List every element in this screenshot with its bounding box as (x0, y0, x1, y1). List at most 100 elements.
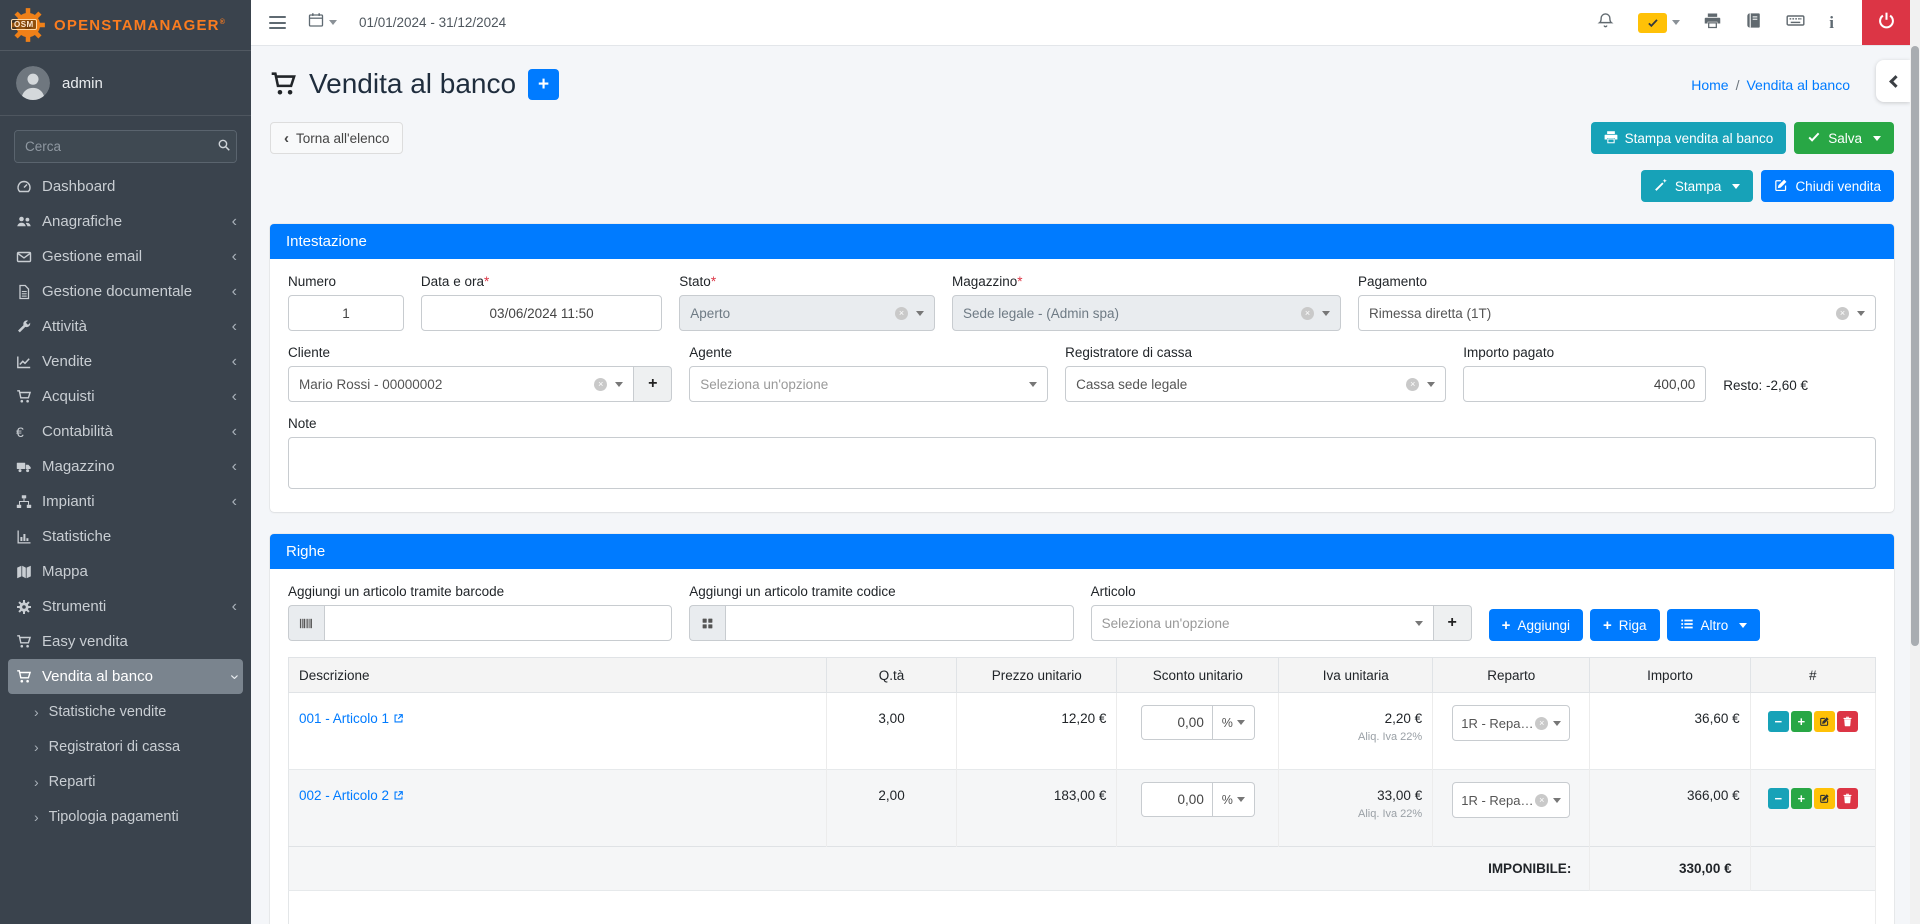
delete-row-button[interactable] (1837, 788, 1858, 809)
data-ora-input[interactable] (421, 295, 662, 331)
username[interactable]: admin (62, 75, 103, 92)
codice-input[interactable] (725, 605, 1073, 641)
info-icon[interactable]: i (1829, 13, 1834, 33)
decrease-qty-button[interactable]: − (1768, 788, 1789, 809)
clear-selection-icon[interactable]: × (895, 307, 908, 320)
sidebar-item-statistiche[interactable]: Statistiche (0, 519, 251, 554)
sidebar-subitem-tipologia-pagamenti[interactable]: ›Tipologia pagamenti (0, 799, 251, 834)
decrease-qty-button[interactable]: − (1768, 711, 1789, 732)
reparto-select[interactable]: 1R - Reparto 1... × (1452, 705, 1570, 741)
clear-selection-icon[interactable]: × (1836, 307, 1849, 320)
magazzino-field: Magazzino* Sede legale - (Admin spa) × (952, 274, 1341, 331)
sidebar-item-gestione-email[interactable]: Gestione email‹ (0, 239, 251, 274)
clear-selection-icon[interactable]: × (1535, 717, 1548, 730)
tasks-status-dropdown[interactable] (1638, 13, 1680, 33)
sidebar-item-anagrafiche[interactable]: Anagrafiche‹ (0, 204, 251, 239)
breadcrumb-current-link[interactable]: Vendita al banco (1746, 77, 1850, 93)
calendar-picker[interactable] (308, 12, 337, 33)
hamburger-menu-icon[interactable] (269, 16, 286, 29)
sidebar-item-mappa[interactable]: Mappa (0, 554, 251, 589)
sconto-type-select[interactable]: % (1213, 705, 1255, 740)
sidebar-item-gestione-documentale[interactable]: Gestione documentale‹ (0, 274, 251, 309)
aggiungi-button[interactable]: +Aggiungi (1489, 609, 1583, 641)
sconto-input[interactable] (1141, 782, 1213, 817)
articolo-link[interactable]: 002 - Articolo 2 (299, 788, 404, 803)
page-scrollbar[interactable] (1910, 0, 1920, 924)
sidebar-item-impianti[interactable]: Impianti‹ (0, 484, 251, 519)
numero-input[interactable] (288, 295, 404, 331)
sidebar-item-acquisti[interactable]: Acquisti‹ (0, 379, 251, 414)
articolo-select[interactable]: Seleziona un'opzione (1091, 605, 1434, 641)
search-button[interactable] (212, 131, 236, 162)
cell-iva: 33,00 € (1377, 788, 1422, 803)
increase-qty-button[interactable]: + (1791, 788, 1812, 809)
sconto-type-select[interactable]: % (1213, 782, 1255, 817)
magazzino-select[interactable]: Sede legale - (Admin spa) × (952, 295, 1341, 331)
trash-icon (1842, 716, 1853, 727)
delete-row-button[interactable] (1837, 711, 1858, 732)
add-articolo-button[interactable]: + (1434, 605, 1472, 641)
altro-button[interactable]: Altro (1667, 609, 1761, 641)
sidebar-item-attivita[interactable]: Attività‹ (0, 309, 251, 344)
cell-prezzo: 183,00 € (957, 770, 1117, 847)
clear-selection-icon[interactable]: × (1406, 378, 1419, 391)
print-dropdown-button[interactable]: Stampa (1641, 170, 1754, 202)
registratore-field: Registratore di cassa Cassa sede legale … (1065, 345, 1446, 402)
sidebar-item-magazzino[interactable]: Magazzino‹ (0, 449, 251, 484)
date-range[interactable]: 01/01/2024 - 31/12/2024 (359, 15, 506, 30)
add-cliente-button[interactable]: + (634, 366, 672, 402)
docs-book-icon[interactable] (1745, 12, 1762, 34)
riga-button[interactable]: +Riga (1590, 609, 1660, 641)
logout-power-button[interactable] (1862, 0, 1910, 45)
sidebar-item-vendita-al-banco[interactable]: Vendita al banco‹ (8, 659, 243, 694)
agente-select[interactable]: Seleziona un'opzione (689, 366, 1048, 402)
righe-card-header: Righe (270, 534, 1894, 569)
print-sale-button[interactable]: Stampa vendita al banco (1591, 122, 1787, 154)
barcode-input[interactable] (324, 605, 672, 641)
close-sale-button[interactable]: Chiudi vendita (1761, 170, 1894, 202)
edit-row-button[interactable] (1814, 711, 1835, 732)
sconto-input-group: % (1141, 705, 1255, 740)
edit-row-button[interactable] (1814, 788, 1835, 809)
importo-pagato-input[interactable] (1463, 366, 1706, 402)
cliente-select[interactable]: Mario Rossi - 00000002 × (288, 366, 634, 402)
breadcrumb-home-link[interactable]: Home (1691, 77, 1728, 93)
panel-collapse-toggle[interactable] (1876, 60, 1910, 102)
angle-right-icon: › (34, 739, 39, 755)
scrollbar-thumb[interactable] (1911, 46, 1919, 646)
stato-select[interactable]: Aperto × (679, 295, 935, 331)
save-button[interactable]: Salva (1794, 122, 1894, 154)
search-input[interactable] (15, 131, 212, 162)
righe-card: Righe Aggiungi un articolo tramite barco… (270, 534, 1894, 924)
gear-icon (16, 599, 42, 615)
note-textarea[interactable] (288, 437, 1876, 489)
keyboard-shortcuts-icon[interactable] (1786, 11, 1805, 35)
back-to-list-button[interactable]: ‹ Torna all'elenco (270, 122, 403, 154)
sidebar-item-dashboard[interactable]: Dashboard (0, 169, 251, 204)
clear-selection-icon[interactable]: × (1535, 794, 1548, 807)
brand-logo[interactable]: OSM OpenSTAManager® (0, 0, 251, 51)
app-window: OSM OpenSTAManager® admin Dashboard Anag (0, 0, 1920, 924)
registratore-select[interactable]: Cassa sede legale × (1065, 366, 1446, 402)
increase-qty-button[interactable]: + (1791, 711, 1812, 732)
required-asterisk: * (711, 274, 716, 289)
sidebar-item-contabilita[interactable]: € Contabilità‹ (0, 414, 251, 449)
clear-selection-icon[interactable]: × (594, 378, 607, 391)
chevron-down-icon (1732, 184, 1740, 189)
importo-pagato-label: Importo pagato (1463, 345, 1706, 360)
sidebar-subitem-statistiche-vendite[interactable]: ›Statistiche vendite (0, 694, 251, 729)
sidebar-subitem-reparti[interactable]: ›Reparti (0, 764, 251, 799)
sidebar-item-vendite[interactable]: Vendite‹ (0, 344, 251, 379)
pagamento-select[interactable]: Rimessa diretta (1T) × (1358, 295, 1876, 331)
notifications-bell-icon[interactable] (1597, 12, 1614, 34)
add-record-button[interactable]: + (528, 69, 559, 100)
sidebar-item-easy-vendita[interactable]: Easy vendita (0, 624, 251, 659)
sidebar-subitem-registratori-di-cassa[interactable]: ›Registratori di cassa (0, 729, 251, 764)
clear-selection-icon[interactable]: × (1301, 307, 1314, 320)
sconto-input[interactable] (1141, 705, 1213, 740)
sidebar-item-strumenti[interactable]: Strumenti‹ (0, 589, 251, 624)
print-icon[interactable] (1704, 12, 1721, 34)
euro-icon: € (16, 424, 42, 440)
reparto-select[interactable]: 1R - Reparto 1... × (1452, 782, 1570, 818)
articolo-link[interactable]: 001 - Articolo 1 (299, 711, 404, 726)
